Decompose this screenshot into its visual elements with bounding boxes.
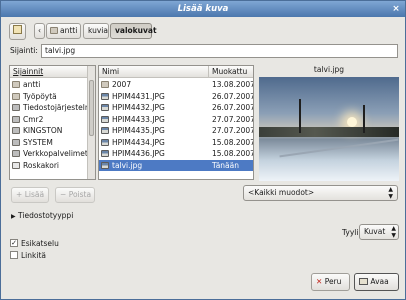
place-item-cmr2[interactable]: Cmr2 — [10, 114, 89, 126]
triangle-right-icon: ▶ — [11, 213, 16, 220]
folder-icon — [101, 81, 109, 88]
image-file-icon — [101, 127, 109, 134]
file-row[interactable]: HPIM4432.JPG 26.07.2007 — [99, 102, 253, 114]
name-column-header[interactable]: Nimi — [99, 66, 209, 78]
cancel-button[interactable]: ✕ Peru — [311, 273, 350, 291]
edit-location-button[interactable] — [9, 23, 26, 40]
link-checkbox-label: Linkitä — [21, 251, 46, 260]
preview-checkbox-label: Esikatselu — [21, 239, 59, 248]
drive-icon — [12, 115, 20, 123]
file-list-pane: Nimi Muokattu 2007 13.08.2007 HPIM4431.JP… — [98, 65, 254, 180]
minus-icon: − — [60, 190, 67, 199]
window-title: Lisää kuva — [177, 4, 229, 14]
folder-icon — [50, 27, 58, 34]
plus-icon: + — [16, 190, 23, 199]
file-row[interactable]: HPIM4433.JPG 27.07.2007 — [99, 114, 253, 126]
place-item-home[interactable]: antti — [10, 79, 89, 91]
remove-place-button[interactable]: − Poista — [55, 187, 95, 203]
image-file-icon — [101, 115, 109, 123]
network-icon — [12, 150, 20, 157]
places-scrollbar[interactable] — [87, 66, 95, 179]
file-dialog-window: Lisää kuva × ‹ antti kuvia valokuvat Sij… — [0, 0, 406, 300]
filesystem-icon — [12, 104, 20, 111]
format-filter-combo[interactable]: <Kaikki muodot> ▲ ▼ — [243, 185, 398, 201]
file-row[interactable]: HPIM4431.JPG 26.07.2007 — [99, 91, 253, 103]
place-item-kingston[interactable]: KINGSTON — [10, 125, 89, 137]
image-file-icon — [101, 161, 109, 169]
up-down-arrows-icon: ▲ ▼ — [388, 186, 393, 200]
trash-icon — [12, 161, 20, 169]
crumb-kuvia[interactable]: kuvia — [83, 23, 109, 39]
place-item-trash[interactable]: Roskakori — [10, 160, 89, 172]
scrollbar-thumb[interactable] — [89, 80, 94, 136]
crumb-antti[interactable]: antti — [46, 23, 81, 39]
file-row[interactable]: HPIM4434.JPG 15.08.2007 — [99, 137, 253, 149]
image-file-icon — [101, 150, 109, 157]
path-back-button[interactable]: ‹ — [34, 23, 45, 39]
place-item-network[interactable]: Verkkopalvelimet — [10, 148, 89, 160]
file-row-2007[interactable]: 2007 13.08.2007 — [99, 79, 253, 91]
file-row[interactable]: HPIM4435.JPG 27.07.2007 — [99, 125, 253, 137]
home-folder-icon — [12, 81, 20, 88]
lamp-post — [299, 99, 301, 133]
usb-drive-icon — [12, 127, 20, 134]
style-combo[interactable]: Kuvat ▲ ▼ — [359, 224, 399, 240]
preview-image — [259, 77, 399, 181]
place-item-filesystem[interactable]: Tiedostojärjestelm — [10, 102, 89, 114]
link-checkbox[interactable] — [10, 251, 18, 259]
treeline — [259, 127, 399, 137]
places-pane: Sijainnit antti Työpöytä Tiedostojärjest… — [9, 65, 96, 180]
sun-glow — [347, 117, 357, 127]
location-label: Sijainti: — [10, 46, 38, 55]
places-header[interactable]: Sijainnit — [10, 66, 89, 78]
file-row-selected[interactable]: talvi.jpg Tänään — [99, 159, 253, 171]
modified-column-header[interactable]: Muokattu — [209, 66, 253, 78]
drive-icon — [12, 138, 20, 146]
filetype-expander[interactable]: ▶ Tiedostotyyppi — [11, 211, 73, 220]
place-item-system[interactable]: SYSTEM — [10, 137, 89, 149]
image-file-icon — [101, 138, 109, 146]
snow-track — [279, 138, 399, 158]
chevron-left-icon: ‹ — [38, 26, 41, 35]
cancel-x-icon: ✕ — [316, 277, 323, 286]
place-item-desktop[interactable]: Työpöytä — [10, 91, 89, 103]
close-icon[interactable]: × — [391, 4, 401, 14]
open-icon — [359, 278, 368, 285]
image-file-icon — [101, 92, 109, 100]
title-bar[interactable]: Lisää kuva × — [1, 1, 405, 17]
checkmark-icon: ✓ — [11, 239, 17, 247]
lamp-post — [363, 105, 365, 133]
add-place-button[interactable]: + Lisää — [11, 187, 49, 203]
preview-title: talvi.jpg — [313, 65, 345, 74]
preview-checkbox[interactable]: ✓ — [10, 239, 18, 247]
open-button[interactable]: Avaa — [354, 273, 399, 291]
up-down-arrows-icon: ▲ ▼ — [391, 225, 396, 239]
crumb-valokuvat[interactable]: valokuvat — [110, 23, 157, 39]
location-input[interactable]: talvi.jpg — [41, 44, 398, 58]
file-row[interactable]: HPIM4436.JPG 15.08.2007 — [99, 148, 253, 160]
desktop-icon — [12, 92, 20, 100]
pencil-icon — [13, 25, 22, 34]
image-file-icon — [101, 104, 109, 111]
